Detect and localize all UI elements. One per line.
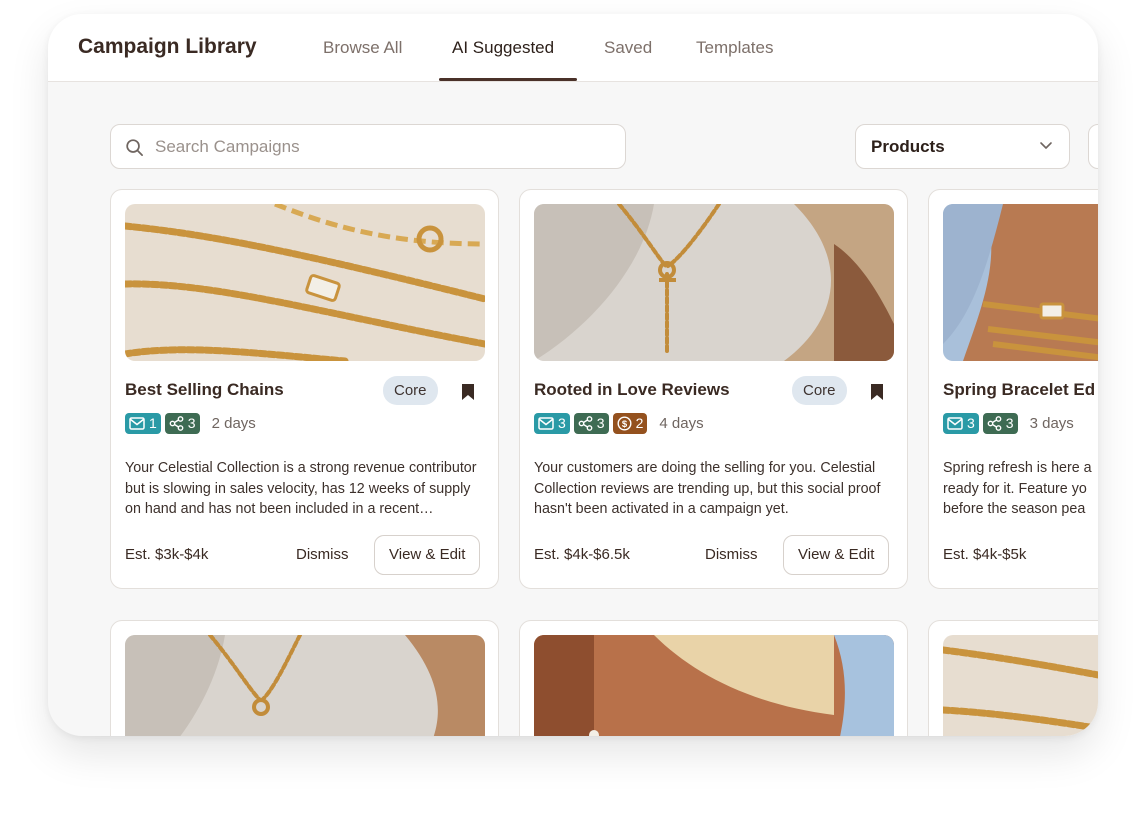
email-count: 3 xyxy=(558,415,566,431)
bookmark-icon[interactable] xyxy=(870,383,884,401)
page-title: Campaign Library xyxy=(78,35,257,58)
products-dropdown-label: Products xyxy=(871,137,945,156)
dollar-coin-icon: $ xyxy=(617,415,632,431)
paid-chip: $ 2 xyxy=(612,412,648,434)
share-chip: 3 xyxy=(164,412,200,434)
core-badge: Core xyxy=(383,376,438,405)
campaign-card xyxy=(519,620,908,736)
campaign-card: Best Selling Chains Core 1 3 2 days Your… xyxy=(110,189,499,589)
mail-icon xyxy=(947,416,963,430)
campaign-image-chains xyxy=(125,204,485,361)
svg-text:$: $ xyxy=(621,419,627,430)
tab-templates[interactable]: Templates xyxy=(696,38,773,58)
search-input[interactable] xyxy=(155,135,605,159)
bookmark-icon[interactable] xyxy=(461,383,475,401)
secondary-filter-dropdown[interactable] xyxy=(1088,124,1098,169)
mail-icon xyxy=(538,416,554,430)
share-count: 3 xyxy=(187,415,196,431)
campaign-image-bracelet xyxy=(943,204,1098,361)
campaign-title: Rooted in Love Reviews xyxy=(534,380,730,399)
share-count: 3 xyxy=(1005,415,1014,431)
mail-icon xyxy=(129,416,145,430)
campaign-image-necklace xyxy=(125,635,485,736)
paid-count: 2 xyxy=(635,415,644,431)
search-box xyxy=(110,124,626,169)
campaign-description: Spring refresh is here a ready for it. F… xyxy=(943,460,1092,517)
campaign-image-chains xyxy=(943,635,1098,736)
active-tab-indicator xyxy=(439,78,577,81)
campaign-card xyxy=(110,620,499,736)
channel-chips: 3 3 $ 2 4 days xyxy=(534,412,704,434)
email-chip: 1 xyxy=(125,412,161,434)
tab-browse-all[interactable]: Browse All xyxy=(323,38,402,58)
core-badge: Core xyxy=(792,376,847,405)
app-window: Campaign Library Browse All AI Suggested… xyxy=(48,14,1098,736)
revenue-estimate: Est. $3k-$4k xyxy=(125,546,209,563)
email-chip: 3 xyxy=(534,412,570,434)
email-count: 1 xyxy=(149,415,157,431)
campaign-card: Spring Bracelet Ed 3 3 3 days Spring ref… xyxy=(928,189,1098,589)
duration-text: 3 days xyxy=(1029,414,1074,432)
view-edit-button[interactable]: View & Edit xyxy=(374,535,481,575)
duration-text: 4 days xyxy=(659,414,704,432)
campaign-image-necklace xyxy=(534,204,894,361)
revenue-estimate: Est. $4k-$5k xyxy=(943,546,1027,563)
products-dropdown[interactable]: Products xyxy=(855,124,1070,169)
tab-ai-suggested[interactable]: AI Suggested xyxy=(452,38,554,58)
campaign-card: Rooted in Love Reviews Core 3 3 $ 2 4 da… xyxy=(519,189,908,589)
revenue-estimate: Est. $4k-$6.5k xyxy=(534,546,630,563)
chevron-down-icon xyxy=(1040,142,1052,149)
dismiss-button[interactable]: Dismiss xyxy=(705,546,758,563)
campaign-image-model xyxy=(534,635,894,736)
duration-text: 2 days xyxy=(211,414,256,432)
share-count: 3 xyxy=(596,415,605,431)
campaign-title: Best Selling Chains xyxy=(125,380,284,399)
share-chip: 3 xyxy=(982,412,1018,434)
email-chip: 3 xyxy=(943,412,979,434)
channel-chips: 1 3 2 days xyxy=(125,412,256,434)
dismiss-button[interactable]: Dismiss xyxy=(296,546,349,563)
channel-chips: 3 3 3 days xyxy=(943,412,1074,434)
campaign-description: Your customers are doing the selling for… xyxy=(534,460,881,517)
view-edit-button[interactable]: View & Edit xyxy=(783,535,890,575)
campaign-card xyxy=(928,620,1098,736)
campaign-title: Spring Bracelet Ed xyxy=(943,380,1096,399)
share-chip: 3 xyxy=(573,412,609,434)
tab-saved[interactable]: Saved xyxy=(604,38,652,58)
share-icon xyxy=(169,415,184,431)
search-icon xyxy=(126,139,143,156)
campaign-description: Your Celestial Collection is a strong re… xyxy=(125,460,477,517)
share-icon xyxy=(578,415,593,431)
header-bar: Campaign Library Browse All AI Suggested… xyxy=(48,14,1098,82)
email-count: 3 xyxy=(967,415,975,431)
share-icon xyxy=(987,415,1002,431)
